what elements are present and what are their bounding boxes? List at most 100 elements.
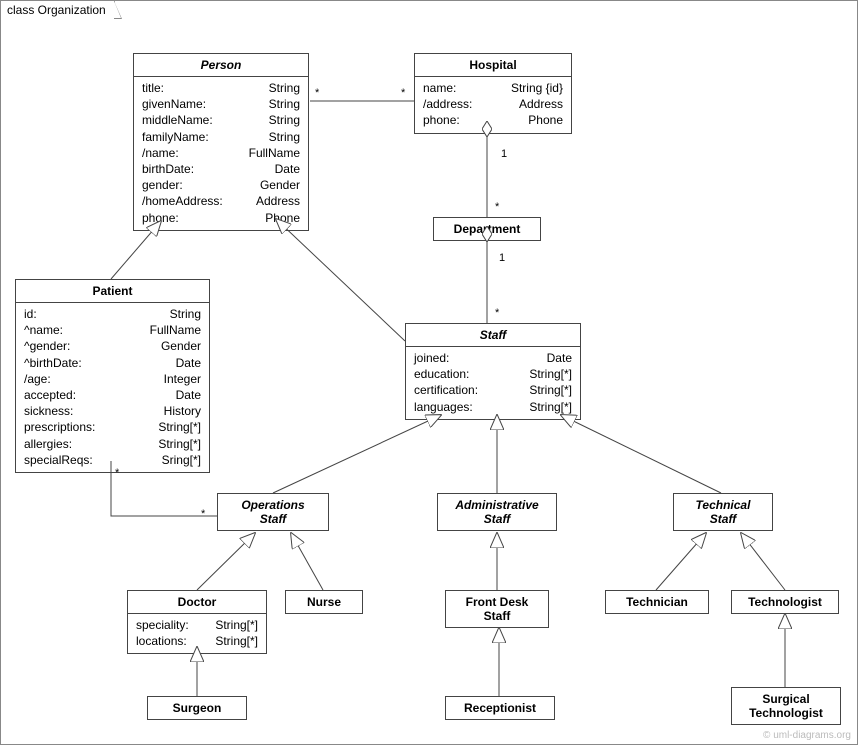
attr-type: String[*]	[529, 366, 572, 382]
mult-hosp-dept-s: *	[495, 201, 499, 213]
class-technician: Technician	[605, 590, 709, 614]
attr-row: specialReqs: Sring[*]	[24, 452, 201, 468]
attr-type: String	[269, 129, 300, 145]
attr-type: String {id}	[511, 80, 563, 96]
attr-name: allergies:	[24, 436, 72, 452]
attr-name: phone:	[142, 210, 179, 226]
class-surgeon-title: Surgeon	[148, 697, 246, 719]
attr-row: middleName:String	[142, 112, 300, 128]
attr-row: allergies: String[*]	[24, 436, 201, 452]
class-receptionist-title: Receptionist	[446, 697, 554, 719]
attr-name: /homeAddress:	[142, 193, 223, 209]
class-admin-staff: Administrative Staff	[437, 493, 557, 531]
class-ops-staff-title: Operations Staff	[218, 494, 328, 530]
attr-name: birthDate:	[142, 161, 194, 177]
watermark: © uml-diagrams.org	[763, 730, 851, 741]
class-nurse: Nurse	[285, 590, 363, 614]
class-frontdesk-title: Front Desk Staff	[446, 591, 548, 627]
attr-row: locations:String[*]	[136, 633, 258, 649]
mult-pat-ops-r: *	[201, 508, 205, 520]
attr-row: phone: Phone	[423, 112, 563, 128]
class-staff-attrs: joined: Date education: String[*]certificat…	[406, 347, 580, 419]
attr-type: Sring[*]	[162, 452, 201, 468]
attr-type: Date	[275, 161, 300, 177]
attr-row: /age:Integer	[24, 371, 201, 387]
attr-type: Date	[176, 387, 201, 403]
class-person-title: Person	[134, 54, 308, 77]
class-doctor-attrs: speciality: String[*]locations:String[*]	[128, 614, 266, 653]
class-hospital-attrs: name:String {id}/address:Addressphone:Ph…	[415, 77, 571, 133]
attr-row: accepted: Date	[24, 387, 201, 403]
attr-name: id:	[24, 306, 37, 322]
attr-name: ^gender:	[24, 338, 70, 354]
attr-name: familyName:	[142, 129, 209, 145]
class-surgtech-title: Surgical Technologist	[732, 688, 840, 724]
class-doctor: Doctor speciality: String[*]locations:Str…	[127, 590, 267, 654]
attr-row: gender: Gender	[142, 177, 300, 193]
attr-row: id:String	[24, 306, 201, 322]
attr-type: Phone	[528, 112, 563, 128]
attr-type: String[*]	[158, 419, 201, 435]
class-department: Department	[433, 217, 541, 241]
class-patient-title: Patient	[16, 280, 209, 303]
class-technician-title: Technician	[606, 591, 708, 613]
attr-name: title:	[142, 80, 164, 96]
attr-type: FullName	[150, 322, 201, 338]
frame-label-text: class Organization	[7, 3, 106, 17]
attr-name: speciality:	[136, 617, 189, 633]
class-frontdesk: Front Desk Staff	[445, 590, 549, 628]
attr-type: FullName	[249, 145, 300, 161]
class-surgeon: Surgeon	[147, 696, 247, 720]
class-person: Person title:StringgivenName:Stringmiddl…	[133, 53, 309, 231]
attr-row: certification:String[*]	[414, 382, 572, 398]
class-staff-title: Staff	[406, 324, 580, 347]
class-doctor-title: Doctor	[128, 591, 266, 614]
attr-row: phone: Phone	[142, 210, 300, 226]
attr-row: name:String {id}	[423, 80, 563, 96]
attr-type: Date	[176, 355, 201, 371]
attr-type: String[*]	[529, 399, 572, 415]
attr-type: Gender	[260, 177, 300, 193]
attr-name: /age:	[24, 371, 51, 387]
class-department-title: Department	[434, 218, 540, 240]
attr-name: education:	[414, 366, 469, 382]
package-frame: class Organization Person title:Stringgi…	[0, 0, 858, 745]
mult-person-hosp-l: *	[315, 87, 319, 99]
class-technologist-title: Technologist	[732, 591, 838, 613]
class-ops-staff: Operations Staff	[217, 493, 329, 531]
attr-row: ^name: FullName	[24, 322, 201, 338]
mult-dept-staff-s: *	[495, 307, 499, 319]
attr-type: History	[164, 403, 201, 419]
attr-type: String[*]	[158, 436, 201, 452]
mult-person-hosp-r: *	[401, 87, 405, 99]
attr-name: locations:	[136, 633, 187, 649]
frame-label: class Organization	[0, 0, 115, 19]
class-receptionist: Receptionist	[445, 696, 555, 720]
mult-hosp-dept-1: 1	[501, 148, 507, 160]
attr-type: Address	[256, 193, 300, 209]
attr-name: givenName:	[142, 96, 206, 112]
attr-name: accepted:	[24, 387, 76, 403]
attr-name: ^name:	[24, 322, 63, 338]
attr-name: prescriptions:	[24, 419, 95, 435]
attr-type: Address	[519, 96, 563, 112]
class-patient: Patient id:String^name: FullName^gender:G…	[15, 279, 210, 473]
attr-row: ^gender:Gender	[24, 338, 201, 354]
attr-type: String[*]	[529, 382, 572, 398]
attr-type: Date	[547, 350, 572, 366]
attr-type: Phone	[265, 210, 300, 226]
class-nurse-title: Nurse	[286, 591, 362, 613]
attr-type: String[*]	[215, 617, 258, 633]
attr-row: familyName: String	[142, 129, 300, 145]
class-technologist: Technologist	[731, 590, 839, 614]
attr-row: /name:FullName	[142, 145, 300, 161]
attr-row: title:String	[142, 80, 300, 96]
attr-name: languages:	[414, 399, 473, 415]
attr-name: specialReqs:	[24, 452, 93, 468]
attr-name: middleName:	[142, 112, 213, 128]
attr-name: phone:	[423, 112, 460, 128]
class-admin-staff-title: Administrative Staff	[438, 494, 556, 530]
attr-name: joined:	[414, 350, 449, 366]
attr-row: speciality: String[*]	[136, 617, 258, 633]
attr-name: gender:	[142, 177, 183, 193]
